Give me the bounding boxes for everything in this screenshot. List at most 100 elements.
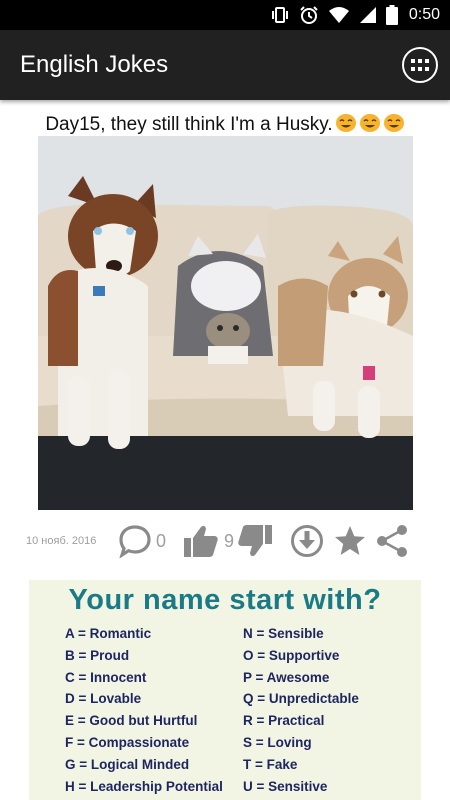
equals-sign: = — [251, 756, 267, 772]
letter: R — [243, 713, 253, 729]
letter: D — [65, 691, 75, 707]
equals-sign: = — [74, 691, 91, 707]
dislike-button[interactable] — [236, 523, 274, 559]
equals-sign: = — [73, 734, 89, 750]
meaning: Sensitive — [268, 778, 328, 794]
status-bar: 0:50 — [0, 0, 450, 30]
equals-sign: = — [253, 647, 269, 663]
equals-sign: = — [74, 778, 91, 794]
grid-menu-button[interactable] — [402, 47, 438, 83]
meaning: Logical Minded — [90, 756, 190, 772]
name-meaning-row: D = Lovable — [65, 691, 243, 713]
name-meaning-image[interactable]: Your name start with? A = Romantic B = Pr… — [29, 580, 421, 800]
post-title-text: Day15, they still think I'm a Husky. — [45, 114, 333, 135]
meaning: Leadership Potential — [90, 778, 223, 794]
meaning: Lovable — [90, 691, 142, 707]
name-meaning-row: N = Sensible — [243, 626, 421, 648]
vibrate-icon — [270, 6, 290, 24]
laughing-emoji-icon — [335, 114, 356, 132]
letter: F — [65, 734, 74, 750]
meaning: Fake — [266, 756, 298, 772]
letter: S — [243, 734, 253, 750]
name-meaning-row: O = Supportive — [243, 648, 421, 670]
post-actions: 10 нояб. 2016 0 9 — [0, 510, 450, 572]
infographic-left-column: A = Romantic B = Proud C = Innocent D = Lov… — [65, 626, 243, 800]
download-button[interactable] — [290, 524, 324, 558]
equals-sign: = — [251, 669, 267, 685]
letter: E — [65, 713, 75, 729]
equals-sign: = — [252, 734, 268, 750]
comment-button[interactable]: 0 — [118, 524, 190, 558]
letter: O — [243, 647, 254, 663]
thumbs-down-icon — [238, 525, 273, 557]
name-meaning-row: A = Romantic — [65, 626, 243, 648]
meaning: Proud — [90, 647, 130, 663]
alarm-icon — [299, 5, 319, 25]
husky-photo[interactable] — [37, 136, 413, 510]
name-meaning-row: R = Practical — [243, 713, 421, 735]
share-icon — [377, 525, 408, 557]
meaning: Unpredictable — [268, 691, 359, 707]
star-icon — [335, 526, 366, 555]
app-title: English Jokes — [20, 51, 169, 78]
equals-sign: = — [75, 756, 91, 772]
favorite-button[interactable] — [333, 524, 367, 558]
laughing-emoji-icon — [383, 114, 404, 132]
name-meaning-row: F = Compassionate — [65, 735, 243, 757]
name-meaning-row: T = Fake — [243, 757, 421, 779]
post-title: Day15, they still think I'm a Husky. — [0, 100, 450, 136]
name-meaning-row: Q = Unpredictable — [243, 691, 421, 713]
like-count: 9 — [224, 530, 235, 551]
name-meaning-row: S = Loving — [243, 735, 421, 757]
letter: C — [65, 669, 75, 685]
meaning: Compassionate — [88, 734, 190, 750]
wifi-icon — [328, 6, 350, 24]
laughing-emoji-icon — [359, 114, 380, 132]
name-meaning-row: E = Good but Hurtful — [65, 713, 243, 735]
meaning: Awesome — [266, 669, 330, 685]
like-button[interactable]: 9 — [182, 523, 234, 559]
letter: G — [65, 756, 76, 772]
meaning: Innocent — [90, 669, 147, 685]
name-meaning-row: U = Sensitive — [243, 779, 421, 800]
equals-sign: = — [74, 713, 90, 729]
signal-icon — [359, 6, 377, 24]
equals-sign: = — [74, 669, 91, 685]
letter: H — [65, 778, 75, 794]
equals-sign: = — [74, 647, 91, 663]
letter: U — [243, 778, 253, 794]
name-meaning-row: B = Proud — [65, 648, 243, 670]
comment-icon — [119, 525, 151, 558]
name-meaning-row: C = Innocent — [65, 670, 243, 692]
meaning: Loving — [267, 734, 312, 750]
equals-sign: = — [74, 626, 90, 641]
battery-icon — [385, 5, 398, 25]
meaning: Sensible — [268, 626, 324, 641]
post-date: 10 нояб. 2016 — [26, 535, 97, 547]
letter: P — [243, 669, 252, 685]
status-time: 0:50 — [408, 6, 440, 23]
meaning: Romantic — [89, 626, 152, 641]
letter: Q — [243, 691, 254, 707]
name-meaning-row: H = Leadership Potential — [65, 779, 243, 800]
letter: N — [243, 626, 253, 641]
download-icon — [291, 525, 324, 557]
app-bar: English Jokes — [0, 30, 450, 100]
letter: T — [243, 756, 252, 772]
letter: B — [65, 647, 75, 663]
meaning: Supportive — [268, 647, 340, 663]
name-meaning-row: P = Awesome — [243, 670, 421, 692]
infographic-right-column: N = Sensible O = Supportive P = Awesome Q =… — [243, 626, 421, 800]
equals-sign: = — [252, 778, 269, 794]
meaning: Practical — [268, 713, 325, 729]
grid-menu-icon — [411, 59, 429, 71]
equals-sign: = — [252, 713, 269, 729]
feed[interactable]: Day15, they still think I'm a Husky. 10 … — [0, 100, 450, 800]
meaning: Good but Hurtful — [89, 713, 198, 729]
share-button[interactable] — [375, 524, 409, 558]
letter: A — [65, 626, 75, 641]
equals-sign: = — [253, 691, 269, 707]
infographic-title: Your name start with? — [68, 584, 382, 616]
name-meaning-row: G = Logical Minded — [65, 757, 243, 779]
comment-count: 0 — [156, 530, 167, 551]
